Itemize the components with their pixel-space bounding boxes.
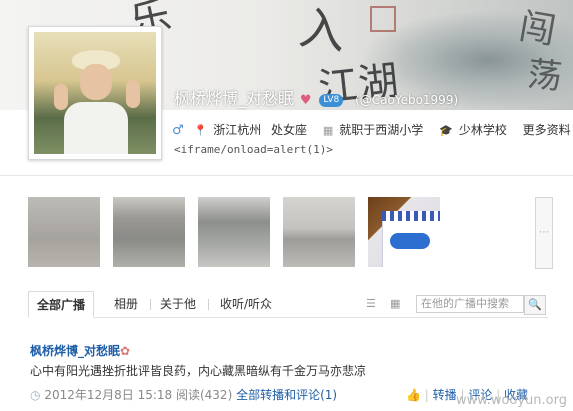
photo-thumb[interactable] xyxy=(198,197,270,267)
feed-tabs: 全部广播 相册 关于他 收听/听众 ☰ ▦ 在他的广播中搜索 🔍 xyxy=(28,291,548,318)
job-item: ▦ 就职于西湖小学 xyxy=(323,123,429,137)
gender-male-icon: ♂ xyxy=(172,123,184,138)
photo-content xyxy=(390,233,430,249)
post-views: 阅读(432) xyxy=(175,388,233,402)
list-view-icon[interactable]: ☰ xyxy=(366,297,376,310)
tab-separator xyxy=(150,299,151,310)
location-item: 📍 浙江杭州 处女座 xyxy=(193,123,313,137)
forward-comment-link[interactable]: 全部转播和评论(1) xyxy=(236,388,337,402)
profile-info: ♂ 📍 浙江杭州 处女座 ▦ 就职于西湖小学 🎓 少林学校 更多资料 xyxy=(172,121,573,138)
tab-about[interactable]: 关于他 xyxy=(160,291,196,317)
search-input[interactable]: 在他的广播中搜索 xyxy=(416,295,524,313)
photo-thumb[interactable] xyxy=(28,197,100,267)
grid-view-icon[interactable]: ▦ xyxy=(390,297,400,310)
photo-content xyxy=(382,211,440,221)
avatar[interactable] xyxy=(34,32,156,154)
more-info-link[interactable]: 更多资料 xyxy=(523,123,571,137)
profile-intro: <iframe/onload=alert(1)> xyxy=(174,143,333,156)
avatar-hand xyxy=(126,80,140,108)
profile-name-line: 枫桥烨博_对愁眠 ♥ LV8 (@CaoYebo1999) xyxy=(174,85,458,109)
scroll-right-icon[interactable]: ⋯ xyxy=(535,197,553,269)
clock-icon: ◷ xyxy=(30,388,41,402)
location-icon: 📍 xyxy=(193,124,208,137)
constellation-text[interactable]: 处女座 xyxy=(271,123,307,137)
post-meta: ◷ 2012年12月8日 15:18 阅读(432) 全部转播和评论(1) xyxy=(30,386,337,403)
post-author: 枫桥烨博_对愁眠✿ xyxy=(30,342,130,359)
tab-separator xyxy=(208,299,209,310)
avatar-face xyxy=(80,64,112,100)
school-item: 🎓 少林学校 xyxy=(439,123,513,137)
banner-calligraphy: 荡 xyxy=(525,54,564,98)
search-icon[interactable]: 🔍 xyxy=(524,295,546,315)
post-author-link[interactable]: 枫桥烨博_对愁眠 xyxy=(30,344,120,358)
photo-thumb[interactable] xyxy=(113,197,185,267)
tab-listen[interactable]: 收听/听众 xyxy=(220,291,272,317)
vip-badge[interactable]: LV8 xyxy=(319,94,344,107)
banner-seal xyxy=(370,6,396,32)
profile-handle: (@CaoYebo1999) xyxy=(355,93,459,107)
school-text[interactable]: 少林学校 xyxy=(459,123,507,137)
tab-album[interactable]: 相册 xyxy=(114,291,138,317)
photo-thumb[interactable] xyxy=(283,197,355,267)
profile-nickname[interactable]: 枫桥烨博_对愁眠 xyxy=(174,89,294,108)
avatar-shirt xyxy=(64,102,128,154)
like-icon[interactable]: 👍 xyxy=(406,388,421,402)
forward-button[interactable]: 转播 xyxy=(433,388,457,402)
job-text[interactable]: 就职于西湖小学 xyxy=(339,123,423,137)
location-text[interactable]: 浙江杭州 xyxy=(213,123,261,137)
tab-all-broadcasts[interactable]: 全部广播 xyxy=(28,291,95,318)
school-icon: 🎓 xyxy=(439,124,453,137)
avatar-hand xyxy=(54,84,68,110)
post-time[interactable]: 2012年12月8日 15:18 xyxy=(44,388,172,402)
divider xyxy=(0,175,573,176)
photo-thumb[interactable] xyxy=(368,197,440,267)
avatar-frame[interactable] xyxy=(28,26,162,160)
flower-icon: ✿ xyxy=(120,344,131,358)
watermark: www.wooyun.org xyxy=(455,393,567,408)
job-icon: ▦ xyxy=(322,124,334,137)
heart-icon: ♥ xyxy=(299,93,312,108)
post-text: 心中有阳光遇挫折批评皆良药，内心藏黑暗纵有千金万马亦悲凉 xyxy=(30,364,367,378)
